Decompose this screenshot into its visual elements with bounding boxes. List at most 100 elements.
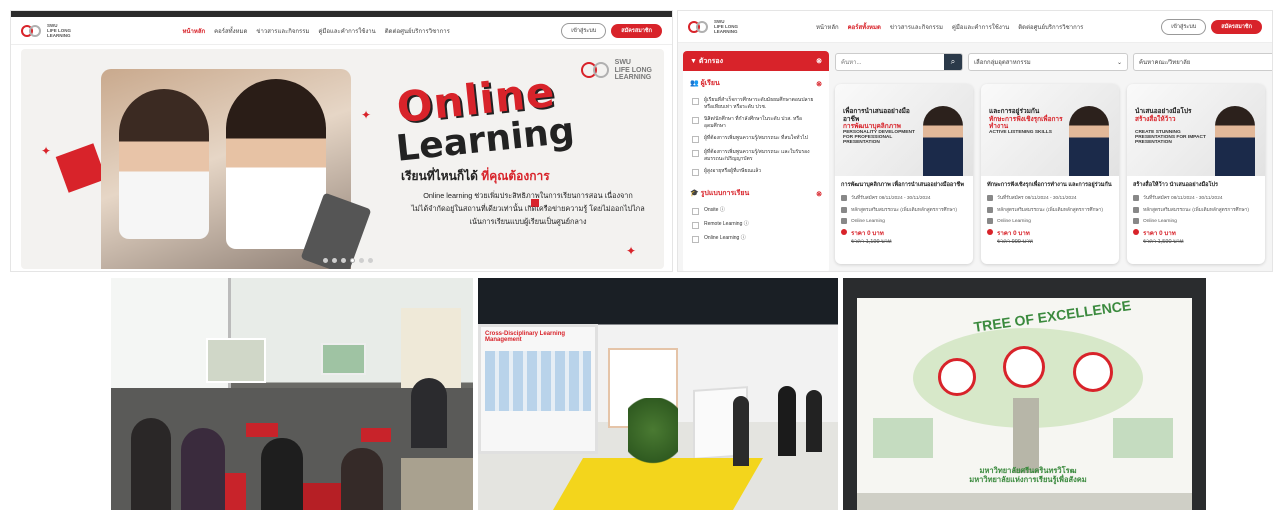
thumbnail-title: และการอยู่ร่วมกัน ทักษะการฟังเชิงรุกเพื่อ… — [989, 108, 1067, 131]
checkbox[interactable] — [692, 136, 699, 143]
format-filter-option[interactable]: Remote Learning ⓘ — [683, 218, 829, 232]
carousel-dot[interactable] — [341, 258, 346, 263]
carousel-dots — [323, 258, 373, 263]
sparkle-icon: ✦ — [361, 108, 372, 122]
course-card[interactable]: และการอยู่ร่วมกัน ทักษะการฟังเชิงรุกเพื่อ… — [981, 84, 1119, 264]
option-label: Onsite ⓘ — [704, 207, 725, 213]
search-placeholder: ค้นหา... — [841, 60, 862, 66]
search-bar-row: ค้นหา... ⌕ เลือกกลุ่มอุตสาหกรรม ⌄ ค้นหาคณ… — [835, 53, 1272, 71]
carousel-dot[interactable] — [368, 258, 373, 263]
nav-home[interactable]: หน้าหลัก — [816, 22, 839, 32]
collapse-icon[interactable]: ⊗ — [816, 57, 822, 65]
learner-filter-option[interactable]: ผู้ที่ต้องการเพิ่มพูนความรู้/สมรรถนะ ที่… — [683, 132, 829, 146]
faculty-select-value: ค้นหาคณะ/วิทยาลัย — [1139, 60, 1191, 66]
graduation-cap-icon: 🎓 — [690, 190, 699, 197]
format-filter-option[interactable]: Online Learning ⓘ — [683, 232, 829, 246]
thumbnail-title-line: การพัฒนาบุคลิกภาพ — [843, 123, 901, 130]
carousel-dot[interactable] — [323, 258, 328, 263]
nav-news[interactable]: ข่าวสารและกิจกรรม — [256, 26, 309, 36]
course-mode: Online Learning — [851, 218, 885, 224]
hero-body-line: Online learning ช่วยเพิ่มประสิทธิภาพในกา… — [423, 191, 633, 200]
nav-contact[interactable]: ติดต่อศูนย์บริการวิชาการ — [385, 26, 450, 36]
search-icon[interactable]: ⌕ — [944, 54, 962, 70]
course-thumbnail[interactable]: นำเสนออย่างมือโปร สร้างสื่อให้ว้าว CREATE … — [1127, 84, 1265, 176]
site-header: SWU LIFE LONG LEARNING หน้าหลัก คอร์สทั้… — [11, 17, 672, 45]
hero-banner: ✦ ✦ ✦ SWU LIFE LONG LEARNING Online Lear… — [21, 49, 664, 269]
format-title: รูปแบบการเรียน — [700, 190, 750, 197]
swu-logo[interactable]: SWU LIFE LONG LEARNING — [21, 23, 71, 38]
funnel-icon: ▼ — [690, 57, 697, 65]
course-title[interactable]: ทักษะการฟังเชิงรุกเพื่อการทำงาน และการอย… — [981, 176, 1119, 192]
collapse-icon[interactable]: ⊗ — [816, 190, 822, 198]
nav-home[interactable]: หน้าหลัก — [182, 26, 205, 36]
course-title[interactable]: การพัฒนาบุคลิกภาพ เพื่อการนำเสนออย่างมือ… — [835, 176, 973, 192]
register-button[interactable]: สมัครสมาชิก — [1211, 19, 1262, 34]
main-nav: หน้าหลัก คอร์สทั้งหมด ข่าวสารและกิจกรรม … — [738, 22, 1161, 32]
learner-filter-option[interactable]: นิสิต/นักศึกษา ที่กำลังศึกษาในระดับ ปวส.… — [683, 113, 829, 132]
students-photo — [101, 69, 372, 269]
format-section-header[interactable]: 🎓 รูปแบบการเรียน ⊗ — [683, 179, 829, 204]
checkbox[interactable] — [692, 169, 699, 176]
nav-courses[interactable]: คอร์สทั้งหมด — [214, 26, 247, 36]
student-figure — [226, 79, 326, 249]
format-filter-option[interactable]: Onsite ⓘ — [683, 204, 829, 218]
decor-square — [55, 143, 107, 193]
learner-filter-option[interactable]: ผู้สูงอายุหรือผู้ที่เกษียณแล้ว — [683, 165, 829, 179]
course-mode: Online Learning — [997, 218, 1031, 224]
homepage-screenshot: SWU LIFE LONG LEARNING หน้าหลัก คอร์สทั้… — [10, 10, 673, 272]
swu-logo[interactable]: SWU LIFE LONG LEARNING — [688, 19, 738, 34]
login-button[interactable]: เข้าสู่ระบบ — [561, 22, 607, 39]
instructor-photo — [923, 106, 963, 176]
logo-line: SWU — [614, 59, 631, 66]
filter-header[interactable]: ▼ ตัวกรอง ⊗ — [683, 51, 829, 71]
checkbox[interactable] — [692, 98, 699, 105]
carousel-dot[interactable] — [350, 258, 355, 263]
course-title[interactable]: สร้างสื่อให้ว้าว นำเสนออย่างมือโปร — [1127, 176, 1265, 192]
carousel-dot[interactable] — [359, 258, 364, 263]
course-thumbnail[interactable]: และการอยู่ร่วมกัน ทักษะการฟังเชิงรุกเพื่อ… — [981, 84, 1119, 176]
nav-manual[interactable]: คู่มือและคำการใช้งาน — [952, 22, 1009, 32]
option-label: ผู้ที่ต้องการเพิ่มพูนความรู้/สมรรถนะ และ… — [704, 149, 810, 162]
course-price: ราคา 0 บาท — [835, 226, 973, 238]
learners-section-header[interactable]: 👥 ผู้เรียน ⊗ — [683, 71, 829, 94]
checkbox[interactable] — [692, 117, 699, 124]
logo-mark-icon — [21, 24, 43, 38]
faculty-select[interactable]: ค้นหาคณะ/วิทยาลัย⌄ — [1133, 53, 1272, 71]
users-icon: 👥 — [690, 80, 699, 87]
nav-courses[interactable]: คอร์สทั้งหมด — [848, 22, 881, 32]
option-label: นิสิต/นักศึกษา ที่กำลังศึกษาในระดับ ปวส.… — [704, 116, 803, 129]
register-button[interactable]: สมัครสมาชิก — [611, 23, 662, 38]
exhibit-board-title: Cross-Disciplinary Learning Management — [485, 331, 566, 343]
nav-contact[interactable]: ติดต่อศูนย์บริการวิชาการ — [1018, 22, 1083, 32]
login-button[interactable]: เข้าสู่ระบบ — [1161, 18, 1207, 35]
logo-line: LEARNING — [47, 33, 71, 38]
graduation-cap-icon — [1133, 207, 1139, 213]
tree-caption: มหาวิทยาลัยศรีนครินทรวิโรฒ — [979, 466, 1077, 475]
industry-select[interactable]: เลือกกลุ่มอุตสาหกรรม ⌄ — [968, 53, 1128, 71]
course-card[interactable]: เพื่อการนำเสนออย่างมืออาชีพ การพัฒนาบุคลิ… — [835, 84, 973, 264]
hero-description: Online learning ช่วยเพิ่มประสิทธิภาพในกา… — [393, 189, 663, 228]
carousel-dot[interactable] — [332, 258, 337, 263]
hero-brand-logo: SWU LIFE LONG LEARNING — [580, 59, 652, 82]
course-old-price: ราคา 1,199 บาท — [851, 239, 892, 245]
logo-mark-icon — [688, 20, 710, 34]
nav-news[interactable]: ข่าวสารและกิจกรรม — [890, 22, 943, 32]
sparkle-icon: ✦ — [41, 144, 52, 158]
calendar-icon — [987, 195, 993, 201]
search-input[interactable]: ค้นหา... ⌕ — [835, 53, 963, 71]
checkbox[interactable] — [692, 150, 699, 157]
learner-filter-list: ผู้เรียนที่สำเร็จการศึกษาระดับมัธยมศึกษา… — [683, 94, 829, 179]
course-thumbnail[interactable]: เพื่อการนำเสนออย่างมืออาชีพ การพัฒนาบุคลิ… — [835, 84, 973, 176]
course-type: หลักสูตรเสริมสมรรถนะ (เพิ่มเติมหลักสูตรก… — [851, 208, 957, 213]
sparkle-icon: ✦ — [626, 244, 637, 258]
course-card[interactable]: นำเสนออย่างมือโปร สร้างสื่อให้ว้าว CREATE … — [1127, 84, 1265, 264]
collapse-icon[interactable]: ⊗ — [816, 80, 822, 88]
checkbox[interactable] — [692, 236, 699, 243]
checkbox[interactable] — [692, 222, 699, 229]
logo-line: LIFE LONG — [614, 66, 652, 74]
nav-manual[interactable]: คู่มือและคำการใช้งาน — [318, 26, 375, 36]
checkbox[interactable] — [692, 208, 699, 215]
learner-filter-option[interactable]: ผู้เรียนที่สำเร็จการศึกษาระดับมัธยมศึกษา… — [683, 94, 829, 113]
learner-filter-option[interactable]: ผู้ที่ต้องการเพิ่มพูนความรู้/สมรรถนะ และ… — [683, 146, 829, 165]
industry-select-value: เลือกกลุ่มอุตสาหกรรม — [974, 60, 1031, 66]
